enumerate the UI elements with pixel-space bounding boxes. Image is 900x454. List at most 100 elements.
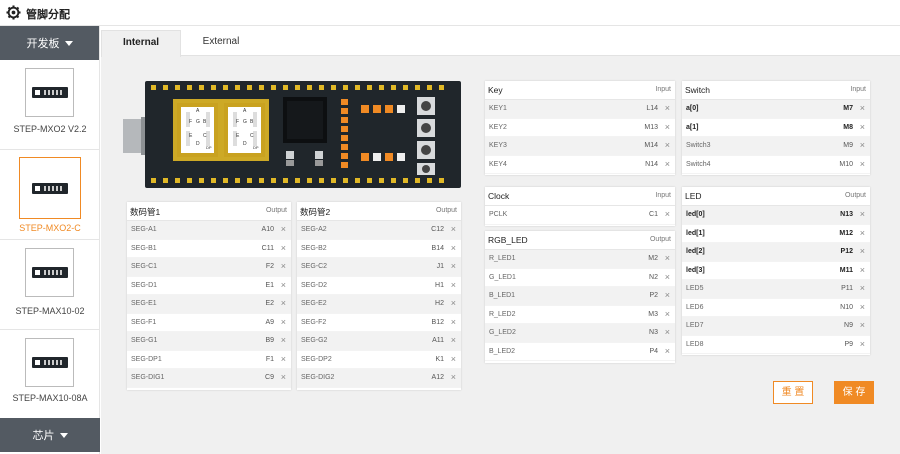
panel-seg2: 数码管2 Output SEG-A2 C12 × SEG-B2 B14 × SEG-C2… xyxy=(297,202,461,390)
panel-header: RGB_LED Output xyxy=(485,231,675,250)
remove-icon[interactable]: × xyxy=(665,103,670,113)
pin-value: P12 xyxy=(840,248,853,255)
remove-icon[interactable]: × xyxy=(451,224,456,234)
remove-icon[interactable]: × xyxy=(281,317,286,327)
board-thumbnail xyxy=(25,338,74,387)
pin-value: N14 xyxy=(645,160,658,168)
pin-name: Switch3 xyxy=(686,142,711,149)
panel-seg1: 数码管1 Output SEG-A1 A10 × SEG-B1 C11 × SEG-C1… xyxy=(127,202,291,390)
save-button[interactable]: 保 存 xyxy=(834,381,874,404)
pin-row: LED8 P9 × xyxy=(682,336,870,354)
pin-row: a[1] M8 × xyxy=(682,119,870,137)
panel-title: Switch xyxy=(685,85,711,95)
pin-name: B_LED1 xyxy=(489,292,516,299)
remove-icon[interactable]: × xyxy=(860,122,865,132)
pin-name: SEG-D1 xyxy=(131,281,158,289)
tab-external[interactable]: External xyxy=(186,30,256,57)
seg-letter: DP xyxy=(253,145,259,150)
remove-icon[interactable]: × xyxy=(665,346,670,356)
pin-value: E2 xyxy=(265,300,274,307)
remove-icon[interactable]: × xyxy=(281,372,286,382)
remove-icon[interactable]: × xyxy=(665,272,670,282)
remove-icon[interactable]: × xyxy=(860,302,865,312)
pin-name: PCLK xyxy=(489,211,508,218)
pin-row: B_LED2 P4 × xyxy=(485,343,675,361)
remove-icon[interactable]: × xyxy=(860,265,865,275)
remove-icon[interactable]: × xyxy=(665,253,670,263)
remove-icon[interactable]: × xyxy=(451,280,456,290)
remove-icon[interactable]: × xyxy=(860,159,865,169)
remove-icon[interactable]: × xyxy=(860,209,865,219)
remove-icon[interactable]: × xyxy=(281,261,286,271)
remove-icon[interactable]: × xyxy=(665,327,670,337)
remove-icon[interactable]: × xyxy=(451,298,456,308)
pin-value: K1 xyxy=(435,355,444,363)
remove-icon[interactable]: × xyxy=(281,243,286,253)
remove-icon[interactable]: × xyxy=(860,228,865,238)
board-item-label: STEP-MXO2 V2.2 xyxy=(13,124,87,134)
pin-row: SEG-DIG2 A12 × xyxy=(297,369,461,388)
remove-icon[interactable]: × xyxy=(281,335,286,345)
pin-value: M11 xyxy=(839,266,853,274)
pin-value: M12 xyxy=(839,229,853,237)
pin-row: led[2] P12 × xyxy=(682,243,870,262)
sidebar: 开发板 STEP-MXO2 V2.2 STEP-MXO2-C STEP-MAX1… xyxy=(0,26,100,454)
remove-icon[interactable]: × xyxy=(281,280,286,290)
board-item-step-max10-08a[interactable]: STEP-MAX10-08A xyxy=(0,330,100,420)
pin-value: M13 xyxy=(644,123,658,131)
pin-name: SEG-DP1 xyxy=(131,355,162,363)
seg-letter: DP xyxy=(206,145,212,150)
panel-direction: Output xyxy=(435,207,457,214)
board-image: A F G B E C D DP A F G B E C D DP xyxy=(123,81,461,188)
pin-value: P4 xyxy=(649,347,658,355)
board-item-step-mxo2-v22[interactable]: STEP-MXO2 V2.2 xyxy=(0,60,100,150)
panel-rgb-led: RGB_LED Output R_LED1 M2 × G_LED1 N2 × B_LED… xyxy=(485,231,675,363)
pin-value: N2 xyxy=(649,273,658,281)
remove-icon[interactable]: × xyxy=(665,140,670,150)
remove-icon[interactable]: × xyxy=(665,309,670,319)
remove-icon[interactable]: × xyxy=(451,335,456,345)
pin-name: LED8 xyxy=(686,340,704,348)
pin-value: F2 xyxy=(265,263,274,270)
pin-row: SEG-D2 H1 × xyxy=(297,277,461,295)
remove-icon[interactable]: × xyxy=(451,317,456,327)
panel-direction: Input xyxy=(850,86,866,93)
remove-icon[interactable]: × xyxy=(665,122,670,132)
reset-button[interactable]: 重 置 xyxy=(773,381,813,404)
remove-icon[interactable]: × xyxy=(665,209,670,219)
tab-internal[interactable]: Internal xyxy=(101,30,181,57)
pin-value: A9 xyxy=(265,318,274,326)
panel-direction: Output xyxy=(265,207,287,214)
panel-direction: Output xyxy=(844,192,866,199)
remove-icon[interactable]: × xyxy=(451,354,456,364)
remove-icon[interactable]: × xyxy=(281,354,286,364)
board-item-step-mxo2-c[interactable]: STEP-MXO2-C xyxy=(0,150,100,240)
board-item-step-max10-02[interactable]: STEP-MAX10-02 xyxy=(0,240,100,330)
pin-row: SEG-DP2 K1 × xyxy=(297,351,461,369)
remove-icon[interactable]: × xyxy=(860,283,865,293)
pin-name: LED7 xyxy=(686,322,704,329)
remove-icon[interactable]: × xyxy=(281,224,286,234)
remove-icon[interactable]: × xyxy=(451,261,456,271)
panel-header: Key Input xyxy=(485,81,675,100)
remove-icon[interactable]: × xyxy=(860,140,865,150)
pin-row: SEG-E2 H2 × xyxy=(297,295,461,314)
remove-icon[interactable]: × xyxy=(860,246,865,256)
chip-category-toggle[interactable]: 芯片 xyxy=(0,418,100,452)
seg-letter: C xyxy=(203,133,207,139)
pin-value: N10 xyxy=(840,303,853,311)
remove-icon[interactable]: × xyxy=(860,103,865,113)
pin-row: led[1] M12 × xyxy=(682,225,870,243)
remove-icon[interactable]: × xyxy=(860,339,865,349)
pin-name: SEG-B2 xyxy=(301,244,327,252)
pin-name: SEG-A2 xyxy=(301,226,327,233)
seg-letter: G xyxy=(196,119,200,125)
board-category-toggle[interactable]: 开发板 xyxy=(0,26,99,60)
remove-icon[interactable]: × xyxy=(451,243,456,253)
pin-name: LED5 xyxy=(686,285,704,292)
remove-icon[interactable]: × xyxy=(860,320,865,330)
remove-icon[interactable]: × xyxy=(281,298,286,308)
remove-icon[interactable]: × xyxy=(665,290,670,300)
remove-icon[interactable]: × xyxy=(665,159,670,169)
remove-icon[interactable]: × xyxy=(451,372,456,382)
